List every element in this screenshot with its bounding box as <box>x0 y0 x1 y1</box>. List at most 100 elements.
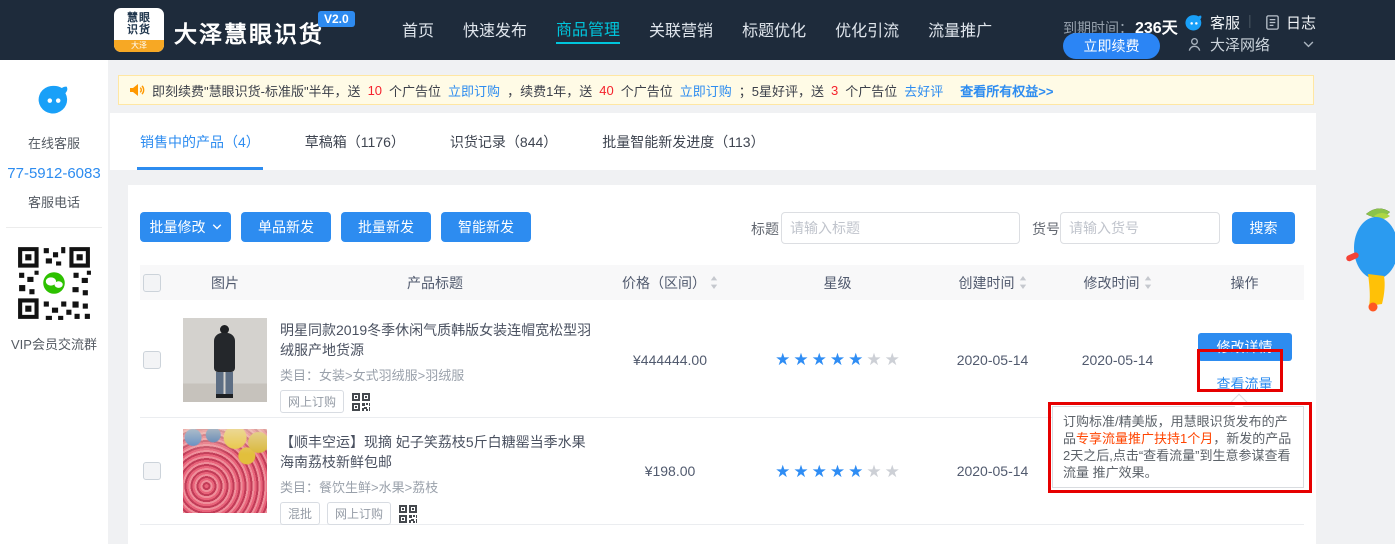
header-rating: 星级 <box>740 273 935 293</box>
title-search-input[interactable] <box>781 212 1020 244</box>
header-modified-sortable[interactable]: 修改时间 <box>1050 273 1185 293</box>
qr-code-icon[interactable] <box>398 504 418 524</box>
notice-text: 个广告位 <box>621 81 673 100</box>
toolbar: 批量修改 单品新发 批量新发 智能新发 <box>140 212 531 242</box>
sidebar: 在线客服 77-5912-6083 客服电话 <box>0 60 108 544</box>
notice-bar: 即刻续费"慧眼识货-标准版"半年，送10个广告位 立即订购，续费1年，送40个广… <box>118 75 1314 105</box>
notice-text: 个广告位 <box>845 81 897 100</box>
service-mascot-icon <box>1184 13 1204 33</box>
chevron-down-icon <box>1303 41 1314 48</box>
tab-drafts[interactable]: 草稿箱（1176） <box>305 113 405 170</box>
row-checkbox[interactable] <box>143 462 161 480</box>
order-now-link[interactable]: 立即订购 <box>680 81 732 100</box>
edit-details-button[interactable]: 修改详情 <box>1198 333 1292 361</box>
created-date: 2020-05-14 <box>935 302 1050 417</box>
product-title: 【顺丰空运】现摘 妃子笑荔枝5斤白糖罂当季水果海南荔枝新鲜包邮 <box>280 432 592 472</box>
created-date: 2020-05-14 <box>935 418 1050 524</box>
view-all-benefits-link[interactable]: 查看所有权益>> <box>960 81 1053 100</box>
notice-text: ；5星好评，送 <box>739 81 824 100</box>
app-title: 大泽慧眼识货 <box>174 15 324 49</box>
service-phone: 77-5912-6083 <box>0 165 108 182</box>
qr-code-icon[interactable] <box>351 392 371 412</box>
header-actions: 操作 <box>1185 273 1304 293</box>
product-category: 类目：餐饮生鲜>水果>荔枝 <box>280 477 600 496</box>
floating-mascot[interactable] <box>1336 202 1395 319</box>
sku-search-input[interactable] <box>1060 212 1220 244</box>
customer-service-link[interactable]: 客服 <box>1184 12 1240 33</box>
table-row: 明星同款2019冬季休闲气质韩版女装连帽宽松型羽绒服产地货源 类目：女装>女式羽… <box>140 302 1304 418</box>
main-nav: 首页 快速发布 商品管理 关联营销 标题优化 优化引流 流量推广 <box>402 0 992 60</box>
star-rating: ★★★★★★★ <box>775 351 900 368</box>
product-image <box>183 318 267 402</box>
online-service-label: 在线客服 <box>0 133 108 152</box>
tooltip-highlight: 专享流量推广扶持1个月 <box>1076 431 1213 446</box>
account-menu[interactable]: 大泽网络 <box>1186 34 1314 55</box>
app-logo[interactable]: 慧眼 识货 大泽 <box>114 8 164 52</box>
product-title: 明星同款2019冬季休闲气质韩版女装连帽宽松型羽绒服产地货源 <box>280 320 592 360</box>
row-checkbox[interactable] <box>143 351 161 369</box>
order-now-link[interactable]: 立即订购 <box>448 81 500 100</box>
header-price-sortable[interactable]: 价格（区间） <box>600 273 740 293</box>
sort-icon <box>1019 276 1027 289</box>
notice-text: 个广告位 <box>389 81 441 100</box>
nav-item-title-optimization[interactable]: 标题优化 <box>742 17 806 43</box>
single-publish-button[interactable]: 单品新发 <box>241 212 331 242</box>
product-price: ¥198.00 <box>600 418 740 524</box>
logo-line1: 慧眼 <box>114 12 164 24</box>
smart-publish-button[interactable]: 智能新发 <box>441 212 531 242</box>
nav-item-quick-publish[interactable]: 快速发布 <box>463 17 527 43</box>
nav-item-traffic-optimization[interactable]: 优化引流 <box>835 17 899 43</box>
header-created-sortable[interactable]: 创建时间 <box>935 273 1050 293</box>
app: 慧眼 识货 大泽 大泽慧眼识货 V2.0 首页 快速发布 商品管理 关联营销 标… <box>0 0 1395 544</box>
tag-online-order: 网上订购 <box>327 502 391 525</box>
nav-item-related-marketing[interactable]: 关联营销 <box>649 17 713 43</box>
batch-edit-button[interactable]: 批量修改 <box>140 212 231 242</box>
megaphone-icon <box>129 82 145 98</box>
tab-batch-smart-publish-progress[interactable]: 批量智能新发进度（113） <box>602 113 764 170</box>
sku-search-label: 货号 <box>1032 219 1060 239</box>
tab-recognition-records[interactable]: 识货记录（844） <box>450 113 557 170</box>
tab-products-on-sale[interactable]: 销售中的产品（4） <box>140 113 260 170</box>
vip-group-qr-code <box>0 244 108 327</box>
header-image: 图片 <box>180 273 270 293</box>
notice-count: 40 <box>599 83 613 98</box>
log-link[interactable]: 日志 <box>1264 12 1316 33</box>
search-button[interactable]: 搜索 <box>1232 212 1295 244</box>
account-name: 大泽网络 <box>1210 34 1270 55</box>
nav-item-product-management[interactable]: 商品管理 <box>556 16 620 44</box>
star-rating: ★★★★★★★ <box>775 463 900 480</box>
vip-group-caption: VIP会员交流群 <box>0 334 108 353</box>
customer-service-label: 客服 <box>1210 12 1240 33</box>
go-review-link[interactable]: 去好评 <box>904 81 943 100</box>
sort-icon <box>1144 276 1152 289</box>
log-icon <box>1264 14 1281 31</box>
renew-button[interactable]: 立即续费 <box>1063 33 1160 59</box>
topbar-divider: | <box>1248 12 1252 28</box>
select-all-checkbox[interactable] <box>143 274 161 292</box>
tag-online-order: 网上订购 <box>280 390 344 413</box>
sort-icon <box>710 276 718 289</box>
online-service-icon[interactable] <box>0 82 108 123</box>
modified-date: 2020-05-14 <box>1050 302 1185 417</box>
logo-line2: 识货 <box>114 24 164 36</box>
product-image <box>183 429 267 513</box>
title-search-label: 标题 <box>751 219 779 239</box>
header-title: 产品标题 <box>270 273 600 293</box>
table-header: 图片 产品标题 价格（区间） 星级 创建时间 修改时间 操作 <box>140 265 1304 300</box>
sidebar-divider <box>6 227 102 228</box>
nav-item-traffic-promotion[interactable]: 流量推广 <box>928 17 992 43</box>
notice-count: 10 <box>368 83 382 98</box>
chevron-down-icon <box>212 224 222 230</box>
tag-mixed-batch: 混批 <box>280 502 320 525</box>
product-price: ¥444444.00 <box>600 302 740 417</box>
log-label: 日志 <box>1286 12 1316 33</box>
content-card: 批量修改 单品新发 批量新发 智能新发 标题 货号 搜索 图片 产品标题 价格（… <box>128 185 1316 544</box>
service-phone-label: 客服电话 <box>0 192 108 211</box>
traffic-tooltip: 订购标准/精美版，用慧眼识货发布的产品专享流量推广扶持1个月，新发的产品2天之后… <box>1052 406 1304 488</box>
view-traffic-link[interactable]: 查看流量 <box>1217 374 1273 394</box>
batch-publish-button[interactable]: 批量新发 <box>341 212 431 242</box>
notice-count: 3 <box>831 83 838 98</box>
nav-item-home[interactable]: 首页 <box>402 17 434 43</box>
notice-text: ，续费1年，送 <box>507 81 592 100</box>
version-badge: V2.0 <box>318 11 355 27</box>
